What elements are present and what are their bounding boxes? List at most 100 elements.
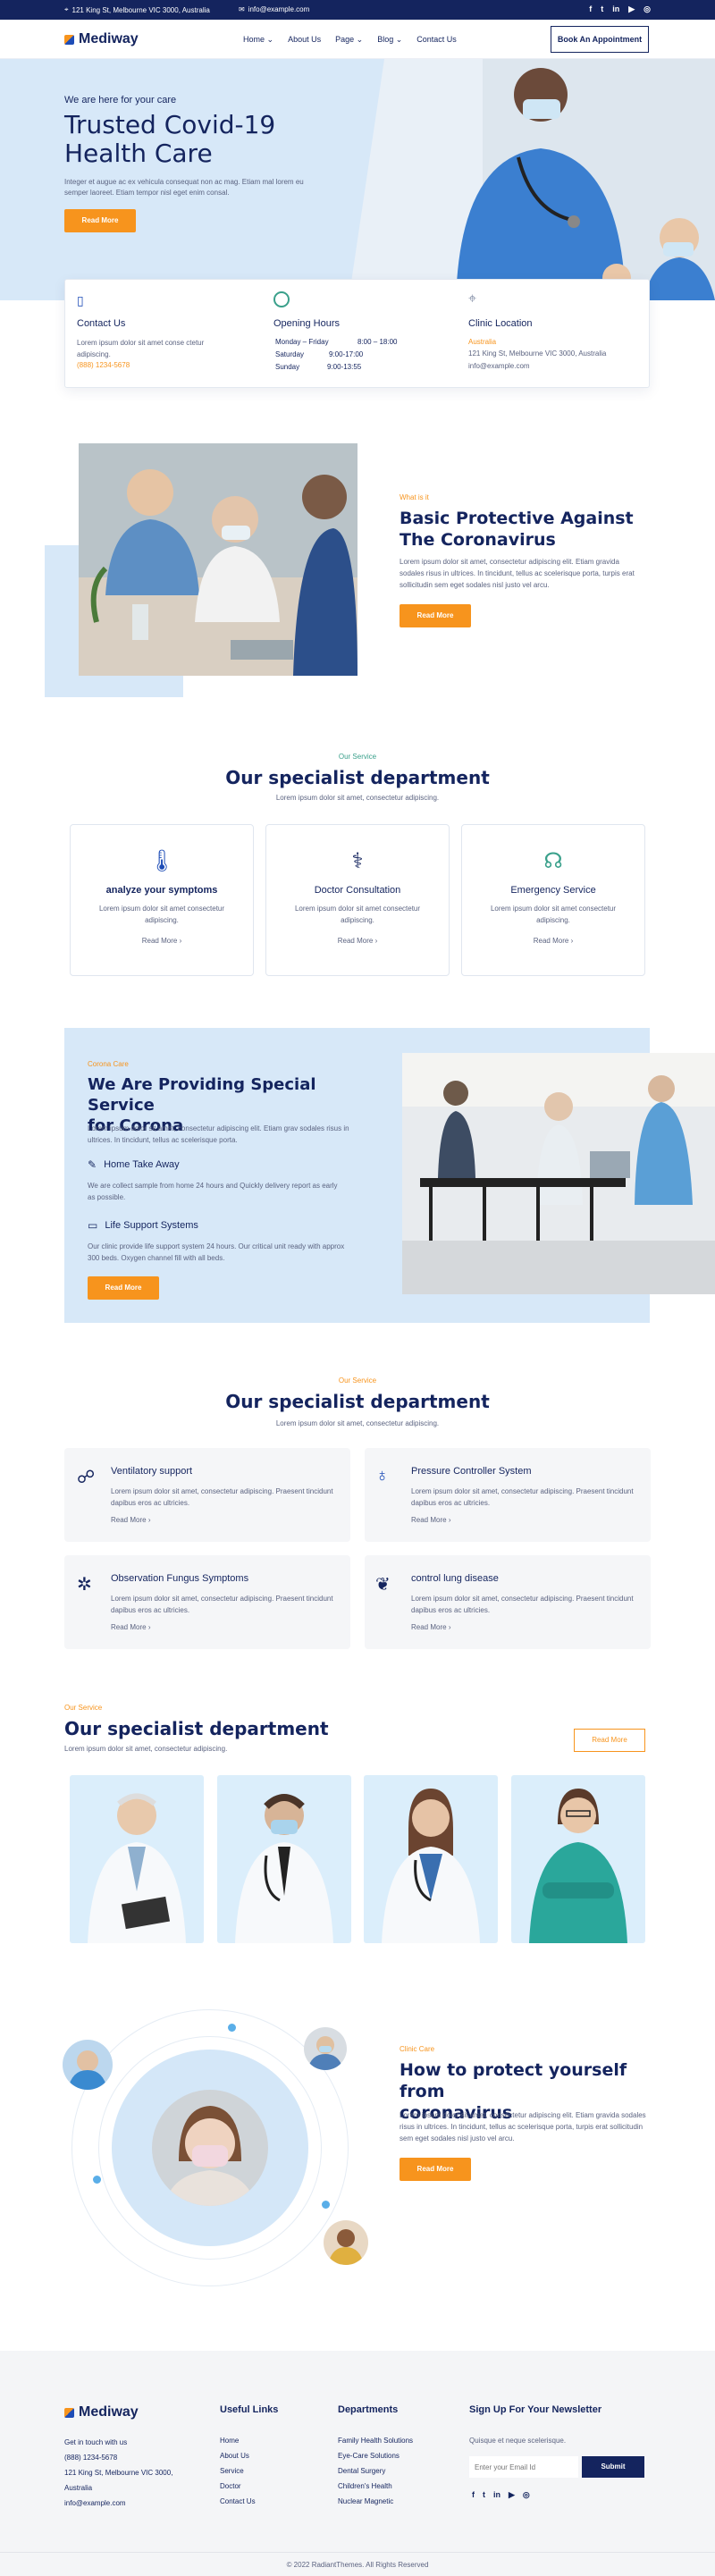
monitor-icon: ▭ xyxy=(88,1219,98,1232)
logo-text: Mediway xyxy=(79,31,139,46)
social-links: f t in ▶ ◎ xyxy=(589,4,651,14)
location-email[interactable]: info@example.com xyxy=(468,362,530,370)
menu-page-label: Page xyxy=(335,35,355,44)
virus-icon: ✲ xyxy=(77,1575,92,1595)
menu-home[interactable]: Home ⌄ xyxy=(243,35,273,45)
specialist1-title: Our specialist department xyxy=(225,767,490,788)
doctor-card[interactable] xyxy=(217,1775,351,1943)
facebook-icon[interactable]: f xyxy=(589,4,592,14)
twitter-icon[interactable]: t xyxy=(483,2490,485,2500)
footer-logo-text: Mediway xyxy=(79,2404,139,2420)
footer-contact: Get in touch with us (888) 1234-5678 121… xyxy=(64,2435,198,2511)
read-more-label: Read More xyxy=(411,1623,447,1631)
menu-page[interactable]: Page ⌄ xyxy=(335,35,363,45)
specialist2-kicker: Our Service xyxy=(338,1376,377,1385)
doctor-photo xyxy=(88,1793,186,1943)
newsletter-submit-button[interactable]: Submit xyxy=(582,2456,644,2478)
hours-list: Monday – Friday 8:00 – 18:00 Saturday 9:00… xyxy=(275,336,397,374)
feature-card-text: Lorem ipsum dolor sit amet, consectetur … xyxy=(411,1487,634,1507)
doctor-card[interactable] xyxy=(511,1775,645,1943)
email-info[interactable]: ✉ info@example.com xyxy=(239,5,309,13)
logo-mark-icon xyxy=(64,2407,74,2418)
clock-icon xyxy=(273,291,290,307)
feature-read-more-link[interactable]: Read More › xyxy=(111,1516,150,1524)
departments-title: Departments xyxy=(338,2404,399,2415)
service-card[interactable]: 🌡 analyze your symptoms Lorem ipsum dolo… xyxy=(70,824,254,976)
twitter-icon[interactable]: t xyxy=(601,4,603,14)
service-card-title: Doctor Consultation xyxy=(314,885,401,896)
footer-dept-link[interactable]: Children's Health xyxy=(338,2479,413,2494)
special-read-more-button[interactable]: Read More xyxy=(88,1276,159,1300)
main-menu: Home ⌄ About Us Page ⌄ Blog ⌄ Contact Us xyxy=(243,35,457,45)
linkedin-icon[interactable]: in xyxy=(493,2490,500,2500)
special-title-line1: We Are Providing Special Service xyxy=(88,1075,316,1115)
footer-link-home[interactable]: Home xyxy=(220,2433,256,2448)
masked-girl-image xyxy=(152,2090,268,2206)
footer-dept-link[interactable]: Family Health Solutions xyxy=(338,2433,413,2448)
special-item-text: Our clinic provide life support system 2… xyxy=(88,1242,345,1262)
hero-read-more-button[interactable]: Read More xyxy=(64,209,136,232)
instagram-icon[interactable]: ◎ xyxy=(644,4,651,14)
syringe-icon: ✎ xyxy=(88,1158,97,1171)
useful-links: Home About Us Service Doctor Contact Us xyxy=(220,2433,256,2509)
book-appointment-button[interactable]: Book An Appointment xyxy=(551,26,649,53)
youtube-icon[interactable]: ▶ xyxy=(628,4,635,14)
protective-read-more-button[interactable]: Read More xyxy=(400,604,471,627)
read-more-label: Read More xyxy=(411,1516,447,1524)
facebook-icon[interactable]: f xyxy=(472,2490,475,2500)
menu-about[interactable]: About Us xyxy=(288,35,321,45)
headset-icon: ☊ xyxy=(543,849,563,873)
feature-read-more-link[interactable]: Read More › xyxy=(111,1623,150,1631)
footer-link-contact[interactable]: Contact Us xyxy=(220,2494,256,2509)
useful-links-title: Useful Links xyxy=(220,2404,279,2415)
stethoscope-icon: ⚕ xyxy=(351,849,364,873)
hero-text: Integer et augue ac ex vehicula consequa… xyxy=(64,178,304,197)
logo[interactable]: Mediway xyxy=(64,31,139,47)
footer-link-service[interactable]: Service xyxy=(220,2463,256,2479)
contact-phone[interactable]: (888) 1234-5678 xyxy=(77,361,130,369)
service-read-more-link[interactable]: Read More › xyxy=(71,937,253,945)
linkedin-icon[interactable]: in xyxy=(612,4,619,14)
hero-image xyxy=(349,59,715,300)
avatar-photo xyxy=(307,2036,343,2070)
menu-contact[interactable]: Contact Us xyxy=(416,35,457,45)
feature-card-text: Lorem ipsum dolor sit amet, consectetur … xyxy=(411,1595,634,1614)
footer-link-doctor[interactable]: Doctor xyxy=(220,2479,256,2494)
feature-read-more-link[interactable]: Read More › xyxy=(411,1623,450,1631)
footer-dept-link[interactable]: Eye-Care Solutions xyxy=(338,2448,413,2463)
youtube-icon[interactable]: ▶ xyxy=(509,2490,515,2500)
footer-link-about[interactable]: About Us xyxy=(220,2448,256,2463)
topbar-email[interactable]: info@example.com xyxy=(248,5,310,13)
footer-phone[interactable]: (888) 1234-5678 xyxy=(64,2450,198,2465)
service-read-more-link[interactable]: Read More › xyxy=(266,937,449,945)
location-city: Australia xyxy=(468,338,497,346)
thermometer-icon: 🌡 xyxy=(147,849,176,873)
orbit-dot xyxy=(93,2176,101,2184)
service-card[interactable]: ☊ Emergency Service Lorem ipsum dolor si… xyxy=(461,824,645,976)
team-read-more-button[interactable]: Read More xyxy=(574,1729,645,1752)
chevron-down-icon: ⌄ xyxy=(395,35,403,44)
instagram-icon[interactable]: ◎ xyxy=(523,2490,530,2500)
hours-time: 9:00-17:00 xyxy=(329,350,364,358)
service-card[interactable]: ⚕ Doctor Consultation Lorem ipsum dolor … xyxy=(265,824,450,976)
protect-read-more-button[interactable]: Read More xyxy=(400,2158,471,2181)
departments-links: Family Health Solutions Eye-Care Solutio… xyxy=(338,2433,413,2509)
protect-title-line1: How to protect yourself from xyxy=(400,2060,627,2101)
hero-title-line1: Trusted Covid-19 xyxy=(64,110,276,139)
special-item: ✎ Home Take Away xyxy=(88,1158,180,1171)
orbit-dot xyxy=(322,2201,330,2209)
hours-title: Opening Hours xyxy=(273,318,340,329)
consultation-photo-illustration xyxy=(79,443,358,676)
newsletter-email-input[interactable] xyxy=(469,2456,578,2478)
footer-logo[interactable]: Mediway xyxy=(64,2404,139,2420)
footer-dept-link[interactable]: Dental Surgery xyxy=(338,2463,413,2479)
menu-blog[interactable]: Blog ⌄ xyxy=(377,35,402,45)
footer-dept-link[interactable]: Nuclear Magnetic xyxy=(338,2494,413,2509)
hours-day: Sunday xyxy=(275,363,300,371)
service-read-more-link[interactable]: Read More › xyxy=(462,937,644,945)
doctor-card[interactable] xyxy=(70,1775,204,1943)
doctor-card[interactable] xyxy=(364,1775,498,1943)
footer-email[interactable]: info@example.com xyxy=(64,2496,198,2511)
feature-read-more-link[interactable]: Read More › xyxy=(411,1516,450,1524)
menu-home-label: Home xyxy=(243,35,265,44)
